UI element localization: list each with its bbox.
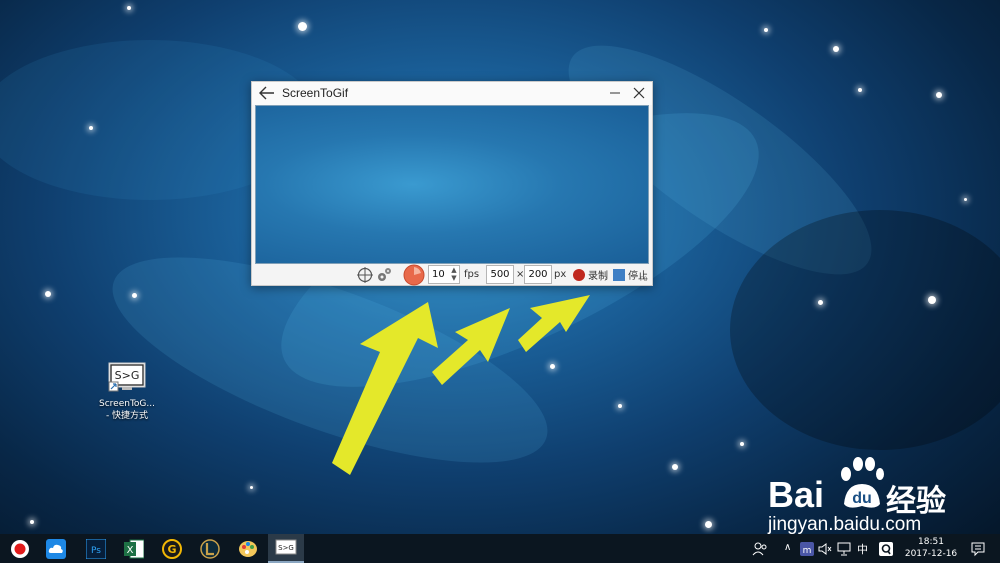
screentogif-taskbar-label: S>G [278, 544, 294, 552]
photoshop-label: Ps [91, 546, 101, 556]
arrow-to-record [518, 295, 590, 352]
shortcut-label: ScreenToG... - 快捷方式 [94, 398, 160, 422]
width-input[interactable]: 500 [486, 265, 514, 284]
fps-spinner[interactable]: ▲ ▼ [450, 266, 458, 283]
star [30, 520, 34, 524]
shortcut-label-line2: - 快捷方式 [105, 411, 149, 421]
paw-icon: du [841, 457, 884, 508]
star [45, 291, 51, 297]
stop-hotkey: F8 [640, 276, 648, 283]
px-label: px [554, 269, 567, 280]
star [858, 88, 862, 92]
cloud-app-icon [46, 539, 66, 559]
volume-muted-icon[interactable] [818, 542, 832, 556]
fps-label: fps [464, 269, 480, 280]
clock-date: 2017-12-16 [904, 549, 958, 559]
show-hidden-icons-button[interactable]: ∧ [784, 542, 791, 553]
taskbar: Ps X G S>G ∧ m 中 18:51 2017-12-16 [0, 534, 1000, 563]
svg-text:du: du [852, 490, 872, 507]
svg-text:m: m [803, 546, 812, 556]
photoshop-icon: Ps [86, 539, 106, 559]
star [705, 521, 712, 528]
notification-icon[interactable] [970, 541, 986, 557]
excel-label: X [127, 545, 134, 556]
excel-icon: X [124, 539, 144, 559]
gear-icon[interactable] [376, 266, 392, 284]
title-bar[interactable]: ScreenToGif [252, 82, 652, 105]
record-app-icon [11, 540, 29, 558]
star [740, 442, 744, 446]
star [818, 300, 823, 305]
minimize-icon[interactable] [606, 84, 624, 102]
shortcut-glyph: S>G [115, 369, 140, 382]
g-app-label: G [167, 543, 176, 556]
baidu-watermark: Bai du 经验 jingyan.baidu.com [760, 456, 990, 536]
arrow-to-size [432, 308, 510, 385]
timer-icon[interactable] [403, 264, 425, 286]
back-arrow-icon[interactable] [257, 84, 277, 102]
crosshair-icon[interactable] [356, 266, 374, 284]
star [672, 464, 678, 470]
taskbar-paint-app[interactable] [230, 534, 266, 563]
screentogif-window: ScreenToGif 10 ▲ ▼ fps 500 × 200 px 录制 F7 [251, 81, 653, 286]
height-input[interactable]: 200 [524, 265, 552, 284]
people-icon[interactable] [752, 541, 768, 557]
app-tray-icon[interactable]: m [800, 542, 814, 556]
g-app-icon: G [162, 539, 182, 559]
star [127, 6, 131, 10]
star [132, 293, 137, 298]
ime-indicator[interactable]: 中 [857, 541, 868, 557]
system-clock[interactable]: 18:51 2017-12-16 [900, 536, 962, 560]
stop-icon[interactable] [613, 269, 625, 281]
watermark-url: jingyan.baidu.com [768, 514, 922, 535]
watermark-brand-left: Bai [768, 474, 825, 515]
paint-app-icon [239, 541, 257, 557]
screentogif-taskbar-icon: S>G [275, 539, 297, 555]
star [298, 22, 307, 31]
taskbar-cloud-app[interactable] [38, 534, 74, 563]
desktop-shortcut-screentogif[interactable]: S>G ScreenToG... - 快捷方式 [94, 360, 160, 430]
close-icon[interactable] [630, 84, 648, 102]
game-app-icon [200, 539, 220, 559]
star [764, 28, 768, 32]
taskbar-game-app[interactable] [192, 534, 228, 563]
star [936, 92, 942, 98]
search-tray-icon[interactable] [879, 542, 893, 556]
star [964, 198, 967, 201]
star [833, 46, 839, 52]
clock-time: 18:51 [918, 537, 944, 547]
arrow-to-fps [332, 302, 438, 475]
window-title: ScreenToGif [282, 86, 349, 100]
star [250, 486, 253, 489]
recorder-toolbar: 10 ▲ ▼ fps 500 × 200 px 录制 F7 停止 F8 [252, 264, 652, 286]
network-icon[interactable] [837, 542, 851, 556]
shortcut-label-line1: ScreenToG... [99, 399, 155, 409]
taskbar-record-app[interactable] [2, 534, 38, 563]
capture-area[interactable] [255, 105, 649, 264]
taskbar-g-app[interactable]: G [154, 534, 190, 563]
record-icon[interactable] [573, 269, 585, 281]
annotation-arrows [332, 295, 590, 475]
star [89, 126, 93, 130]
screentogif-shortcut-icon: S>G [108, 362, 146, 392]
star [618, 404, 622, 408]
record-hotkey: F7 [600, 276, 608, 283]
star [928, 296, 936, 304]
taskbar-screentogif-app[interactable]: S>G [268, 534, 304, 563]
taskbar-photoshop-app[interactable]: Ps [78, 534, 114, 563]
taskbar-excel-app[interactable]: X [116, 534, 152, 563]
